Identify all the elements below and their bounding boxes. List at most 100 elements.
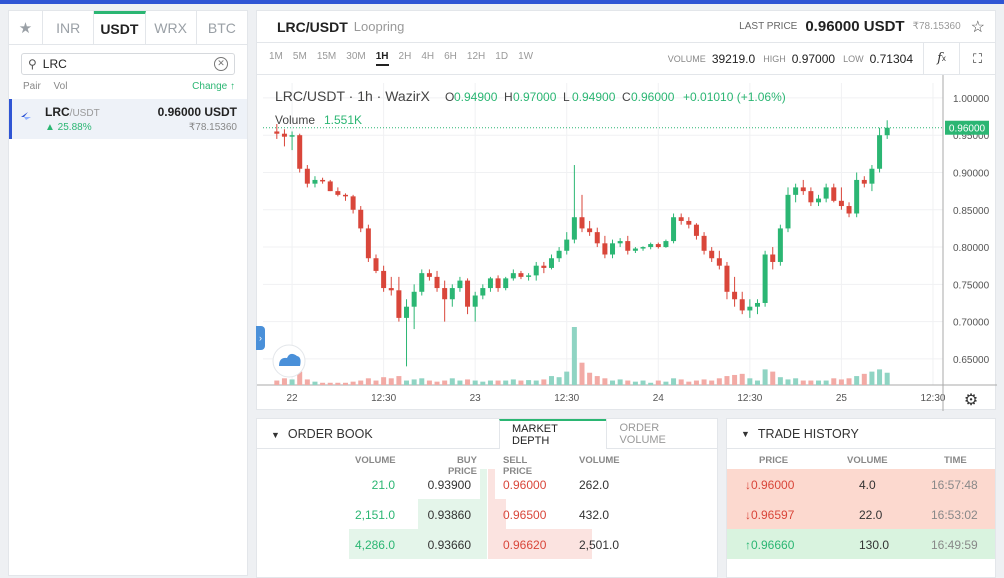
candle-body [838,200,844,207]
market-search: ⚲ ✕ [21,53,235,75]
chart-sidebar-toggle[interactable]: › [256,326,265,350]
timeframe-12h[interactable]: 12H [467,51,485,66]
timeframe-30m[interactable]: 30M [346,51,365,66]
candle-body [571,217,577,240]
order-book-title[interactable]: ▼ ORDER BOOK [257,427,373,441]
trade-row: ↓0.96597 22.0 16:53:02 [727,499,995,529]
tab-usdt[interactable]: USDT [94,11,146,44]
volume-bar [800,380,806,385]
candle-body [564,239,570,251]
last-price-label: LAST PRICE [739,21,798,32]
volume-bar [510,379,516,385]
volume-bar [465,379,471,385]
volume-bar [602,378,608,385]
sell-volume: 262.0 [579,478,610,492]
volume-bar [747,378,753,385]
buy-price: 0.93860 [427,508,471,522]
chart-panel: LRC/USDT Loopring LAST PRICE 0.96000 USD… [256,10,997,411]
timeframe-1d[interactable]: 1D [495,51,508,66]
favorite-star-icon[interactable]: ☆ [971,17,985,37]
order-book-tabs: MARKET DEPTH ORDER VOLUME [499,418,717,449]
candle-body [686,220,692,225]
last-price-tag-label: 0.96000 [949,124,986,135]
candle-body [548,258,554,268]
tab-favorites[interactable]: ★ [9,11,43,44]
candle-body [762,254,768,303]
tab-wrx[interactable]: WRX [146,11,197,44]
timeframe-1m[interactable]: 1M [269,51,283,66]
candle-body [602,243,608,255]
ohlc-label: H [504,90,513,104]
candle-body [541,265,547,268]
volume-bar [320,382,326,385]
volume-bar [365,378,371,385]
volume-bar [541,379,547,385]
price-chart[interactable]: 1.00000 0.95000 0.90000 0.85000 0.80000 0.750… [257,75,997,411]
timeframe-6h[interactable]: 6H [444,51,457,66]
candle-body [297,135,303,169]
volume-bar [350,381,356,385]
volume-bar [518,380,524,385]
col-sell-volume: VOLUME [579,455,620,466]
order-book-rows: 21.0 0.93900 0.96000 262.0 2,151.0 0.93860 0.9… [257,469,717,559]
volume-bar [846,378,852,385]
order-book-row[interactable]: 4,286.0 0.93660 0.96620 2,501.0 [257,529,717,559]
tab-btc[interactable]: BTC [197,11,247,44]
col-change[interactable]: Change ↑ [192,81,235,95]
candle-body [777,228,783,262]
fullscreen-icon[interactable]: ⛶ [959,42,995,75]
order-book-columns: VOLUME BUY PRICE SELL PRICE VOLUME [257,449,717,477]
timeframe-2h[interactable]: 2H [399,51,412,66]
timeframe-5m[interactable]: 5M [293,51,307,66]
trade-history-header[interactable]: ▼ TRADE HISTORY [727,419,995,449]
timeframe-1w[interactable]: 1W [518,51,533,66]
sell-volume: 432.0 [579,508,610,522]
y-tick-label: 0.80000 [953,243,990,254]
indicators-icon[interactable]: fx [923,42,959,75]
market-list-header: Pair Vol Change ↑ [9,75,247,95]
tab-market-depth[interactable]: MARKET DEPTH [499,418,607,449]
col-pair[interactable]: Pair [23,81,41,95]
buy-volume: 4,286.0 [354,538,395,552]
chart-title: LRC/USDT · 1h · WazirX [275,88,430,104]
y-tick-label: 1.00000 [953,94,990,105]
col-buy-volume: VOLUME [355,455,396,466]
clear-search-icon[interactable]: ✕ [214,57,228,71]
candle-body [304,168,310,184]
volume-bar [838,379,844,385]
tab-inr[interactable]: INR [43,11,95,44]
col-vol[interactable]: Vol [54,81,68,95]
volume-bar [739,373,745,385]
volume-value: 1.551K [324,113,362,127]
market-symbol: LRC/USDT [45,105,100,119]
candle-body [816,198,822,203]
search-input[interactable] [42,57,214,71]
tab-order-volume[interactable]: ORDER VOLUME [606,418,717,449]
candle-body [716,258,722,266]
timeframe-15m[interactable]: 15M [317,51,336,66]
volume-bar [831,378,837,385]
volume-bar [480,381,486,385]
ohlc-change: +0.01010 (+1.06%) [683,90,786,104]
candle-body [625,241,631,251]
trade-row: ↓0.96000 4.0 16:57:48 [727,469,995,499]
order-book-row[interactable]: 21.0 0.93900 0.96000 262.0 [257,469,717,499]
volume-bar [335,382,341,385]
volume-bar [877,369,883,385]
timeframe-4h[interactable]: 4H [421,51,434,66]
order-book-row[interactable]: 2,151.0 0.93860 0.96500 432.0 [257,499,717,529]
candle-body [701,235,707,251]
buy-depth-bar [480,469,487,499]
buy-price: 0.93660 [427,538,471,552]
candle-body [312,179,318,184]
chart-canvas[interactable]: 1.000000.950000.900000.850000.800000.750… [257,75,997,411]
chart-settings-icon[interactable]: ⚙ [964,392,978,409]
timeframe-1h[interactable]: 1H [375,51,389,66]
volume-bar [426,380,432,385]
market-row-lrc[interactable]: LRC/USDT 0.96000 USDT ▲ 25.88% ₹78.15360 [9,99,247,139]
sell-depth-bar [488,469,495,499]
low-value: 0.71304 [869,51,913,66]
volume-bar [411,379,417,385]
candle-body [426,273,432,277]
volume-bar [671,378,677,385]
